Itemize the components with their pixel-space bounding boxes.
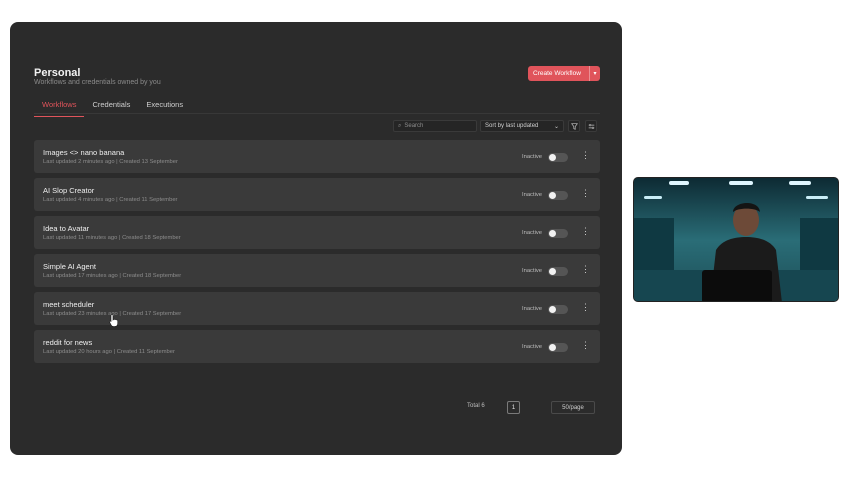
workflow-status: Inactive [522, 192, 542, 198]
workflow-name: Idea to Avatar [43, 224, 90, 233]
page-subtitle: Workflows and credentials owned by you [34, 79, 161, 86]
workflow-status: Inactive [522, 154, 542, 160]
more-options-icon[interactable]: ⋮ [581, 340, 590, 351]
create-workflow-label: Create Workflow [533, 70, 581, 77]
hand-cursor-icon [109, 314, 118, 327]
filter-button[interactable] [568, 120, 580, 132]
search-placeholder: Search [404, 123, 424, 129]
tabs-divider [34, 113, 600, 114]
workflow-meta: Last updated 11 minutes ago | Created 18… [43, 235, 181, 241]
workflow-name: AI Slop Creator [43, 186, 95, 195]
app-window: Personal Workflows and credentials owned… [10, 22, 622, 455]
create-workflow-button[interactable]: Create Workflow ▾ [528, 66, 600, 81]
workflow-meta: Last updated 4 minutes ago | Created 11 … [43, 197, 178, 203]
toggle-knob [549, 229, 556, 237]
sort-select-value: Sort by last updated [485, 123, 539, 129]
workflow-row[interactable]: reddit for news Last updated 20 hours ag… [34, 330, 600, 363]
sort-select[interactable]: Sort by last updated ⌄ [480, 120, 564, 132]
workflow-name: Images <> nano banana [43, 148, 125, 157]
more-options-icon[interactable]: ⋮ [581, 302, 590, 313]
toggle-knob [549, 191, 556, 199]
view-options-button[interactable] [585, 120, 597, 132]
chevron-down-icon[interactable]: ▾ [590, 70, 600, 77]
workflow-status: Inactive [522, 306, 542, 312]
filter-icon [570, 122, 578, 130]
page-title: Personal [34, 67, 81, 79]
workflow-meta: Last updated 17 minutes ago | Created 18… [43, 273, 182, 279]
workflow-row[interactable]: Images <> nano banana Last updated 2 min… [34, 140, 600, 173]
workflow-meta: Last updated 2 minutes ago | Created 13 … [43, 159, 178, 165]
workflow-status: Inactive [522, 268, 542, 274]
workflow-name: Simple AI Agent [43, 262, 96, 271]
page-number-button[interactable]: 1 [507, 401, 520, 414]
active-toggle[interactable] [548, 266, 568, 276]
active-toggle[interactable] [548, 304, 568, 314]
workflow-list: Images <> nano banana Last updated 2 min… [34, 140, 600, 368]
more-options-icon[interactable]: ⋮ [581, 264, 590, 275]
more-options-icon[interactable]: ⋮ [581, 188, 590, 199]
workflow-row[interactable]: AI Slop Creator Last updated 4 minutes a… [34, 178, 600, 211]
workflow-row[interactable]: meet scheduler Last updated 23 minutes a… [34, 292, 600, 325]
total-count: Total 6 [467, 403, 485, 409]
sliders-icon [588, 123, 594, 129]
active-toggle[interactable] [548, 342, 568, 352]
more-options-icon[interactable]: ⋮ [581, 150, 590, 161]
webcam-video [633, 177, 839, 302]
search-input[interactable]: ⌕ Search [393, 120, 477, 132]
chevron-down-icon: ⌄ [553, 123, 559, 130]
active-toggle[interactable] [548, 228, 568, 238]
more-options-icon[interactable]: ⋮ [581, 226, 590, 237]
toggle-knob [549, 153, 556, 161]
video-frame [634, 178, 838, 301]
workflow-meta: Last updated 20 hours ago | Created 11 S… [43, 349, 175, 355]
search-icon: ⌕ [398, 122, 402, 129]
active-toggle[interactable] [548, 190, 568, 200]
per-page-select[interactable]: 50/page [551, 401, 595, 414]
workflow-row[interactable]: Simple AI Agent Last updated 17 minutes … [34, 254, 600, 287]
workflow-row[interactable]: Idea to Avatar Last updated 11 minutes a… [34, 216, 600, 249]
toggle-knob [549, 343, 556, 351]
workflow-name: reddit for news [43, 338, 93, 347]
workflow-name: meet scheduler [43, 300, 95, 309]
active-toggle[interactable] [548, 152, 568, 162]
toggle-knob [549, 305, 556, 313]
workflow-status: Inactive [522, 344, 542, 350]
workflow-status: Inactive [522, 230, 542, 236]
toggle-knob [549, 267, 556, 275]
